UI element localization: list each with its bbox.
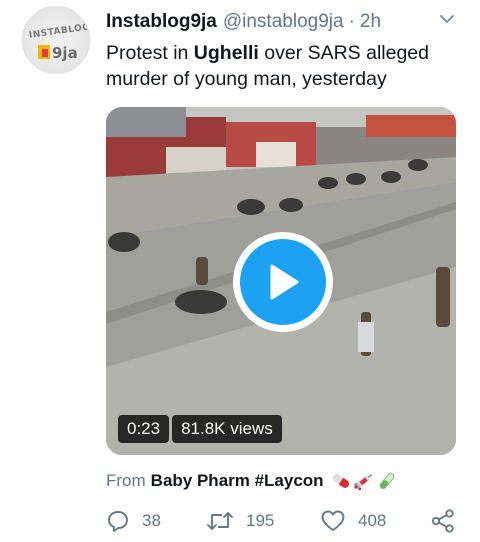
- like-count: 408: [358, 511, 387, 530]
- pill-icon: [332, 474, 349, 488]
- user-handle[interactable]: @instablog9ja: [223, 11, 344, 33]
- tweet-text: Protest in Ughelli over SARS alleged mur…: [106, 40, 456, 92]
- avatar-logo-mark: 9ja: [38, 44, 77, 62]
- video-views: 81.8K views: [172, 415, 282, 443]
- tweet-card[interactable]: INSTABLOG 9ja Instablog9ja @instablog9ja…: [0, 0, 480, 542]
- avatar[interactable]: INSTABLOG 9ja: [22, 6, 90, 74]
- heart-icon: [321, 510, 345, 531]
- tweet-text-part: Protest in: [106, 42, 194, 64]
- source-account-link[interactable]: Baby Pharm #Laycon: [151, 471, 324, 491]
- syringe-icon: [353, 473, 372, 491]
- source-from-label: From: [106, 471, 146, 490]
- chevron-down-icon[interactable]: [438, 12, 456, 26]
- video-overlay: 0:23 81.8K views: [118, 415, 282, 443]
- share-button[interactable]: [430, 506, 456, 536]
- tweet-header: Instablog9ja @instablog9ja · 2h: [106, 10, 381, 34]
- like-button[interactable]: 408: [320, 506, 386, 536]
- play-button[interactable]: [233, 232, 333, 332]
- video-duration: 0:23: [118, 415, 170, 443]
- reply-count: 38: [142, 511, 161, 530]
- retweet-button[interactable]: 195: [206, 506, 274, 536]
- reply-icon: [108, 511, 128, 532]
- retweet-icon: [207, 512, 233, 530]
- retweet-count: 195: [246, 511, 275, 530]
- reply-button[interactable]: 38: [106, 506, 161, 536]
- test-tube-icon: [379, 472, 394, 490]
- play-button-core: [240, 239, 326, 325]
- video-source: From Baby Pharm #Laycon: [106, 468, 398, 494]
- avatar-logo-text: INSTABLOG: [28, 22, 90, 41]
- tweet-timestamp[interactable]: 2h: [360, 11, 381, 33]
- header-separator: ·: [348, 11, 355, 32]
- tweet-actions: 38 195 408: [106, 506, 460, 536]
- video-player[interactable]: 0:23 81.8K views: [106, 107, 456, 455]
- play-icon: [270, 264, 299, 300]
- source-emojis: [330, 471, 398, 491]
- share-icon: [431, 509, 454, 533]
- svg-text:9ja: 9ja: [52, 44, 77, 62]
- display-name[interactable]: Instablog9ja: [106, 11, 217, 33]
- tweet-text-bold: Ughelli: [193, 42, 259, 64]
